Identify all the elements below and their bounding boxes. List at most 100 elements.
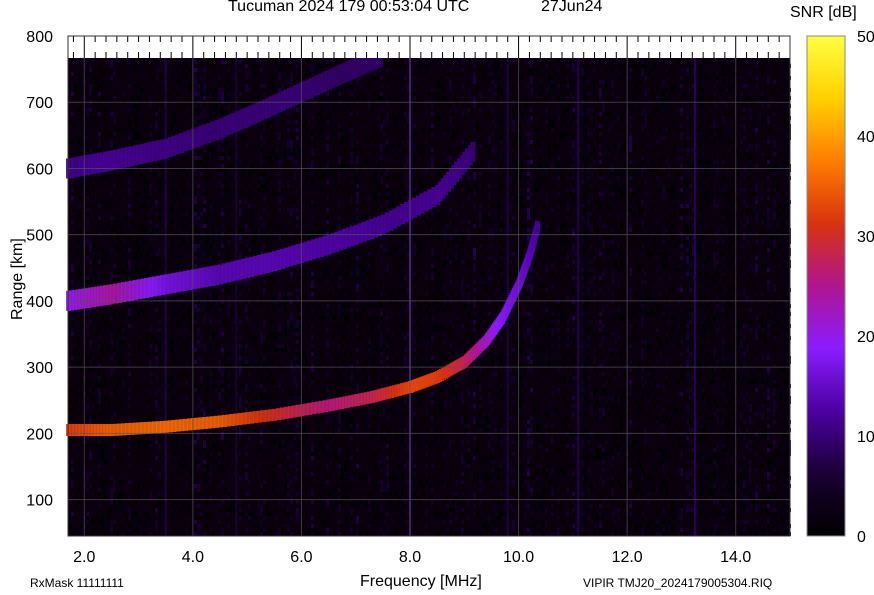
noise-cell — [308, 224, 311, 228]
noise-cell — [134, 376, 137, 380]
noise-cell — [194, 92, 197, 96]
noise-cell — [104, 468, 107, 472]
noise-cell — [167, 388, 170, 392]
noise-cell — [71, 512, 74, 516]
noise-cell — [74, 348, 77, 352]
noise-cell — [89, 244, 92, 248]
noise-cell — [356, 272, 359, 276]
noise-cell — [161, 332, 164, 336]
noise-cell — [317, 188, 320, 192]
noise-cell — [284, 448, 287, 452]
noise-cell — [206, 228, 209, 232]
noise-cell — [272, 512, 275, 516]
noise-cell — [182, 316, 185, 320]
noise-cell — [104, 380, 107, 384]
noise-cell — [116, 452, 119, 456]
noise-cell — [122, 488, 125, 492]
noise-cell — [113, 344, 116, 348]
noise-cell — [113, 444, 116, 448]
noise-cell — [170, 128, 173, 132]
noise-cell — [71, 516, 74, 520]
noise-cell — [350, 156, 353, 160]
noise-cell — [356, 324, 359, 328]
noise-cell — [272, 380, 275, 384]
noise-cell — [284, 276, 287, 280]
noise-cell — [284, 328, 287, 332]
noise-cell — [134, 208, 137, 212]
noise-cell — [146, 396, 149, 400]
noise-cell — [113, 396, 116, 400]
noise-cell — [188, 444, 191, 448]
noise-cell — [158, 204, 161, 208]
noise-cell — [335, 484, 338, 488]
noise-cell — [230, 140, 233, 144]
noise-cell — [278, 400, 281, 404]
noise-cell — [329, 436, 332, 440]
noise-cell — [119, 532, 122, 536]
noise-cell — [350, 144, 353, 148]
noise-cell — [266, 504, 269, 508]
noise-cell — [338, 184, 341, 188]
noise-cell — [224, 304, 227, 308]
noise-cell — [227, 104, 230, 108]
noise-cell — [329, 228, 332, 232]
noise-cell — [92, 116, 95, 120]
noise-cell — [263, 232, 266, 236]
noise-cell — [344, 152, 347, 156]
noise-cell — [305, 176, 308, 180]
noise-cell — [347, 184, 350, 188]
noise-cell — [344, 352, 347, 356]
noise-cell — [368, 248, 371, 252]
noise-cell — [311, 280, 314, 284]
noise-cell — [74, 96, 77, 100]
noise-cell — [203, 392, 206, 396]
noise-cell — [359, 360, 362, 364]
noise-cell — [350, 308, 353, 312]
noise-cell — [302, 360, 305, 364]
noise-cell — [293, 160, 296, 164]
noise-cell — [134, 256, 137, 260]
noise-cell — [170, 204, 173, 208]
noise-cell — [353, 120, 356, 124]
noise-cell — [302, 72, 305, 76]
noise-cell — [305, 360, 308, 364]
noise-cell — [197, 368, 200, 372]
noise-cell — [194, 444, 197, 448]
noise-cell — [293, 192, 296, 196]
noise-cell — [323, 456, 326, 460]
noise-cell — [188, 320, 191, 324]
noise-cell — [272, 136, 275, 140]
noise-cell — [335, 476, 338, 480]
noise-cell — [278, 72, 281, 76]
noise-cell — [92, 196, 95, 200]
noise-cell — [275, 172, 278, 176]
noise-cell — [293, 212, 296, 216]
noise-cell — [194, 532, 197, 536]
noise-cell — [323, 260, 326, 264]
noise-cell — [194, 180, 197, 184]
noise-cell — [359, 248, 362, 252]
noise-cell — [317, 428, 320, 432]
noise-cell — [146, 340, 149, 344]
noise-cell — [350, 416, 353, 420]
noise-cell — [332, 472, 335, 476]
noise-cell — [263, 92, 266, 96]
noise-cell — [167, 340, 170, 344]
noise-cell — [86, 268, 89, 272]
noise-cell — [317, 308, 320, 312]
noise-cell — [71, 284, 74, 288]
noise-cell — [329, 120, 332, 124]
noise-cell — [266, 428, 269, 432]
noise-cell — [335, 204, 338, 208]
noise-cell — [257, 304, 260, 308]
noise-cell — [203, 296, 206, 300]
noise-cell — [128, 312, 131, 316]
noise-cell — [71, 260, 74, 264]
noise-cell — [302, 204, 305, 208]
noise-cell — [200, 504, 203, 508]
noise-cell — [149, 200, 152, 204]
noise-cell — [323, 124, 326, 128]
noise-cell — [107, 400, 110, 404]
noise-cell — [89, 236, 92, 240]
noise-cell — [206, 452, 209, 456]
